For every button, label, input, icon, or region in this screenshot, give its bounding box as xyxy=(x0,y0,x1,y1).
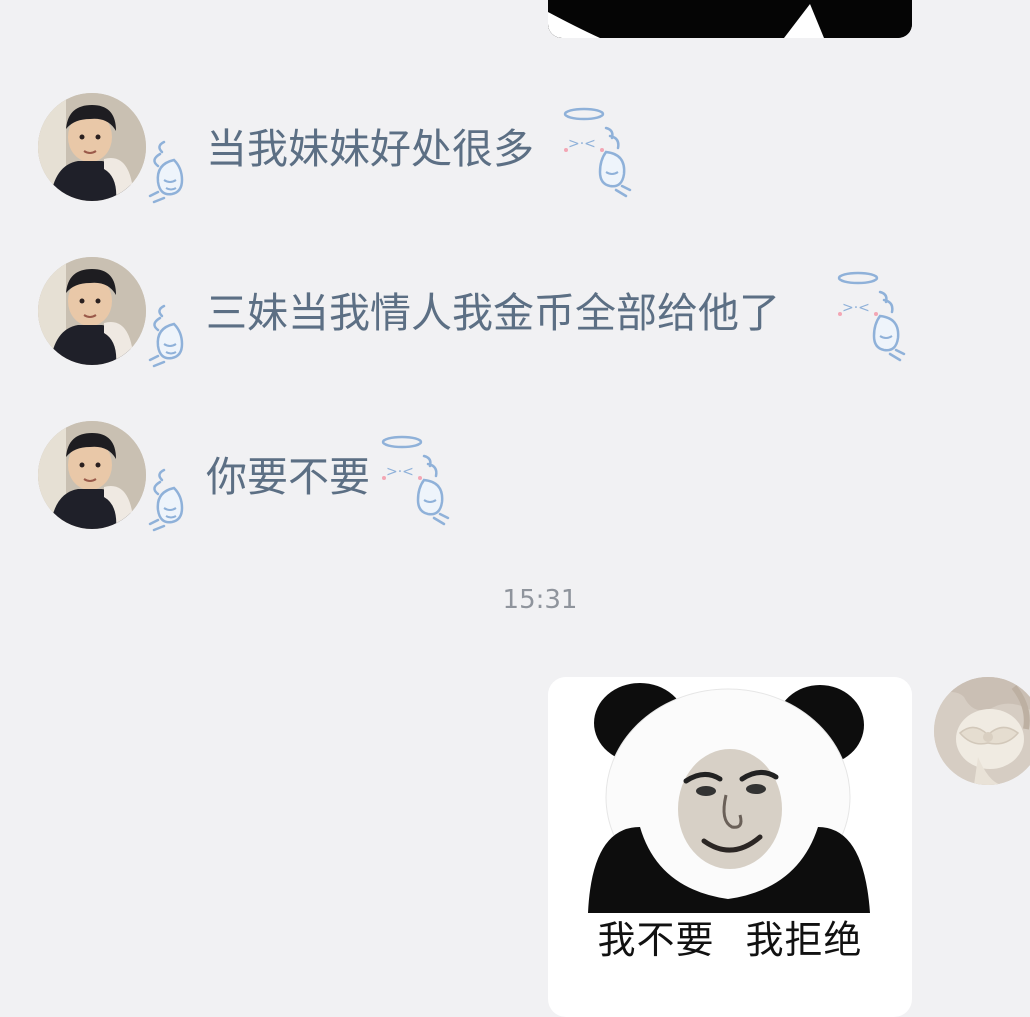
angel-wing-icon xyxy=(148,304,184,368)
boy-avatar-photo-icon xyxy=(38,93,146,201)
message-row: 当我妹妹好处很多 >·< xyxy=(0,92,1030,212)
previous-sticker-image xyxy=(548,0,912,38)
self-avatar[interactable] xyxy=(934,677,1030,785)
angel-wing-icon xyxy=(148,468,184,532)
angel-halo-wing-icon: >·< xyxy=(381,435,450,526)
contact-avatar[interactable] xyxy=(38,257,146,365)
boy-avatar-photo-icon xyxy=(38,257,146,365)
contact-avatar[interactable] xyxy=(38,93,146,201)
self-avatar-photo-icon xyxy=(934,677,1030,785)
contact-avatar[interactable] xyxy=(38,421,146,529)
message-timestamp: 15:31 xyxy=(502,585,578,615)
message-text[interactable]: 三妹当我情人我金币全部给他了 xyxy=(206,289,780,337)
svg-text:>·<: >·< xyxy=(568,136,596,152)
message-text[interactable]: 你要不要 xyxy=(206,453,370,501)
svg-text:>·<: >·< xyxy=(386,464,414,480)
message-row: 三妹当我情人我金币全部给他了 >·< xyxy=(0,256,1030,376)
angel-halo-wing-icon: >·< xyxy=(563,107,632,198)
message-row: 你要不要 >·< xyxy=(0,420,1030,540)
panda-sticker-message[interactable]: 我不要 我拒绝 xyxy=(548,677,912,1017)
boy-avatar-photo-icon xyxy=(38,421,146,529)
panda-meme-sticker-icon xyxy=(548,677,912,913)
previous-sticker-message[interactable] xyxy=(548,0,912,38)
svg-text:>·<: >·< xyxy=(842,300,870,316)
angel-halo-wing-icon: >·< xyxy=(837,271,906,362)
message-text[interactable]: 当我妹妹好处很多 xyxy=(206,125,534,173)
angel-wing-icon xyxy=(148,140,184,204)
sticker-caption: 我不要 我拒绝 xyxy=(597,918,863,962)
